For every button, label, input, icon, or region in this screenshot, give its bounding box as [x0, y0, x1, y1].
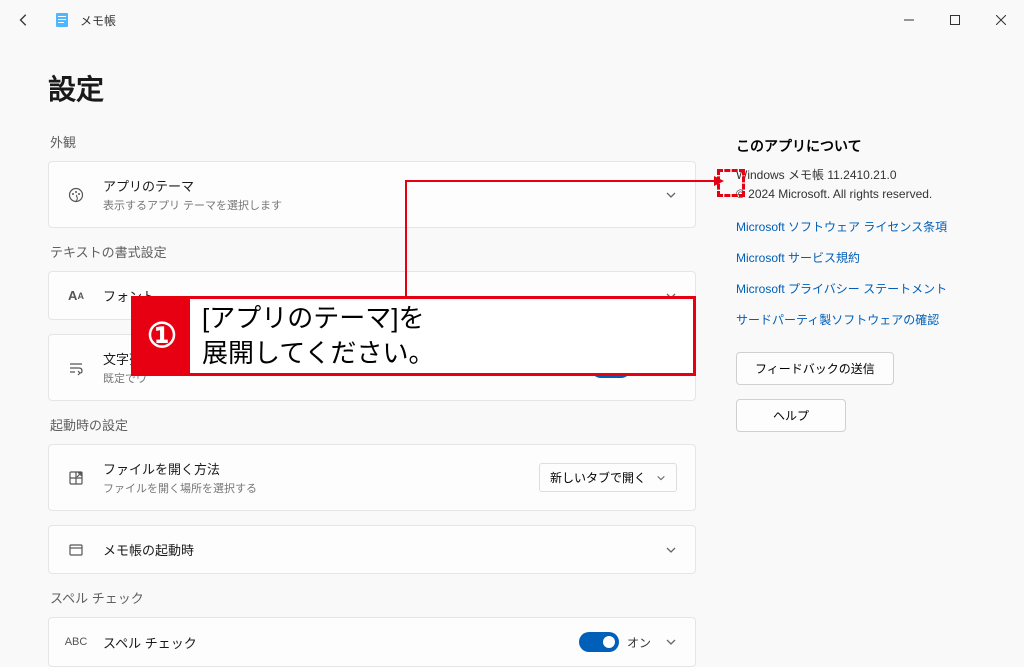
- app-theme-expander[interactable]: アプリのテーマ 表示するアプリ テーマを選択します: [48, 161, 696, 228]
- theme-title: アプリのテーマ: [103, 176, 665, 195]
- notepad-app-icon: [54, 12, 70, 28]
- open-icon: [67, 469, 85, 487]
- back-button[interactable]: [14, 10, 34, 30]
- open-method-dropdown[interactable]: 新しいタブで開く: [539, 463, 677, 492]
- thirdparty-link[interactable]: サードパーティ製ソフトウェアの確認: [736, 311, 976, 328]
- open-method-title: ファイルを開く方法: [103, 459, 539, 478]
- startup-text: メモ帳の起動時: [103, 540, 665, 559]
- about-sidebar: このアプリについて Windows メモ帳 11.2410.21.0 © 202…: [736, 40, 976, 667]
- section-text-format: テキストの書式設定: [50, 242, 696, 261]
- help-button[interactable]: ヘルプ: [736, 399, 846, 432]
- open-method-desc: ファイルを開く場所を選択する: [103, 480, 539, 496]
- arrow-left-icon: [17, 13, 31, 27]
- spellcheck-text: スペル チェック: [103, 633, 579, 652]
- startup-title: メモ帳の起動時: [103, 540, 665, 559]
- app-title: メモ帳: [80, 12, 116, 29]
- service-link[interactable]: Microsoft サービス規約: [736, 249, 976, 266]
- spellcheck-toggle[interactable]: [579, 632, 619, 652]
- about-copyright: © 2024 Microsoft. All rights reserved.: [736, 185, 976, 204]
- window-icon: [67, 541, 85, 559]
- minimize-button[interactable]: [886, 4, 932, 36]
- section-appearance: 外観: [50, 132, 696, 151]
- maximize-button[interactable]: [932, 4, 978, 36]
- spellcheck-expander[interactable]: ABC スペル チェック オン: [48, 617, 696, 667]
- annotation-callout: ① [アプリのテーマ]を 展開してください。: [131, 296, 696, 376]
- maximize-icon: [950, 15, 960, 25]
- wrap-icon: [67, 359, 85, 377]
- annotation-text: [アプリのテーマ]を 展開してください。: [190, 299, 693, 373]
- about-product: Windows メモ帳 11.2410.21.0: [736, 166, 976, 185]
- section-spell: スペル チェック: [50, 588, 696, 607]
- close-icon: [996, 15, 1006, 25]
- open-method-expander[interactable]: ファイルを開く方法 ファイルを開く場所を選択する 新しいタブで開く: [48, 444, 696, 511]
- window-controls: [886, 4, 1024, 36]
- chevron-down-icon: [656, 473, 666, 483]
- notepad-startup-expander[interactable]: メモ帳の起動時: [48, 525, 696, 574]
- open-method-text: ファイルを開く方法 ファイルを開く場所を選択する: [103, 459, 539, 496]
- spellcheck-toggle-label: オン: [627, 634, 651, 651]
- annotation-arrow-vertical: [405, 180, 407, 298]
- annotation-arrow-horizontal: [405, 180, 720, 182]
- annotation-highlight: [717, 169, 745, 197]
- privacy-link[interactable]: Microsoft プライバシー ステートメント: [736, 280, 976, 297]
- license-link[interactable]: Microsoft ソフトウェア ライセンス条項: [736, 218, 976, 235]
- feedback-button[interactable]: フィードバックの送信: [736, 352, 894, 385]
- about-heading: このアプリについて: [736, 136, 976, 156]
- minimize-icon: [904, 15, 914, 25]
- font-icon: AA: [67, 287, 85, 305]
- theme-desc: 表示するアプリ テーマを選択します: [103, 197, 665, 213]
- annotation-number: ①: [134, 299, 190, 373]
- spellcheck-icon: ABC: [67, 633, 85, 651]
- palette-icon: [67, 186, 85, 204]
- chevron-down-icon: [665, 636, 677, 648]
- chevron-down-icon: [665, 544, 677, 556]
- chevron-down-icon: [665, 189, 677, 201]
- page-title: 設定: [48, 68, 696, 108]
- titlebar: メモ帳: [0, 0, 1024, 40]
- spellcheck-title: スペル チェック: [103, 633, 579, 652]
- close-button[interactable]: [978, 4, 1024, 36]
- section-startup: 起動時の設定: [50, 415, 696, 434]
- open-method-value: 新しいタブで開く: [550, 469, 646, 486]
